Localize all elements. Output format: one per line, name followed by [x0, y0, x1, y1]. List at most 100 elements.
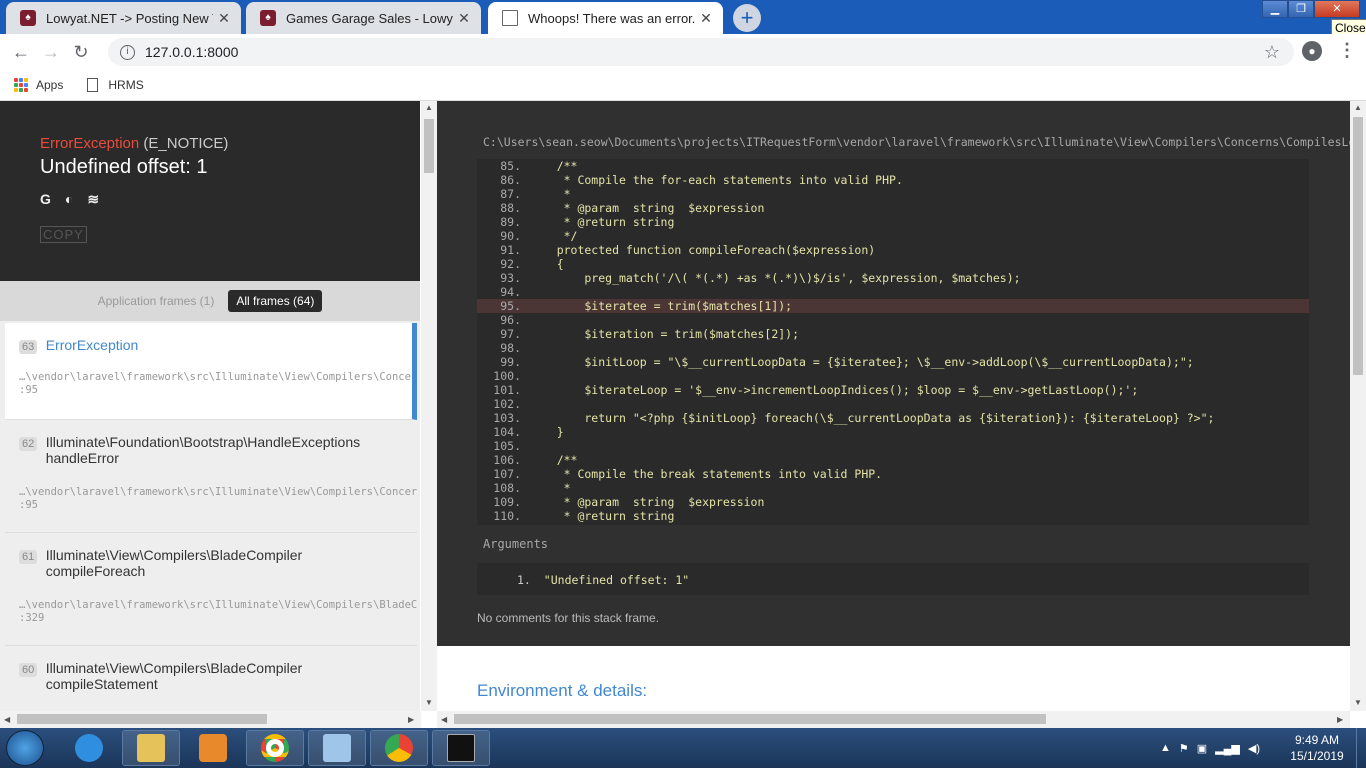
frame-number: 62 — [19, 437, 38, 451]
menu-icon[interactable]: ⋮ — [1338, 40, 1356, 61]
frame-item[interactable]: 60 Illuminate\View\Compilers\BladeCompil… — [5, 646, 417, 711]
code-line: 87. * — [477, 187, 1309, 201]
close-tab-icon[interactable]: ✕ — [695, 10, 717, 27]
show-desktop-button[interactable] — [1356, 728, 1366, 768]
reload-icon[interactable]: ↻ — [66, 42, 96, 63]
scroll-thumb[interactable] — [1353, 117, 1363, 375]
line-code: $iteratee = trim($matches[1]); — [529, 299, 793, 313]
line-number: 108. — [493, 481, 521, 495]
exception-type: ErrorException (E_NOTICE) — [40, 135, 380, 152]
media-player-icon[interactable] — [184, 730, 242, 766]
scroll-up-arrow-icon[interactable]: ▲ — [425, 103, 433, 113]
clock[interactable]: 9:49 AM 15/1/2019 — [1284, 732, 1350, 764]
clock-date: 15/1/2019 — [1290, 749, 1344, 763]
line-number: 109. — [493, 495, 521, 509]
frames-scrollbar[interactable]: ▲ ▼ — [421, 101, 437, 711]
scroll-right-arrow-icon[interactable]: ▶ — [1337, 715, 1343, 725]
chrome-icon[interactable] — [370, 730, 428, 766]
file-explorer-icon[interactable] — [122, 730, 180, 766]
scroll-thumb[interactable] — [454, 714, 1046, 724]
command-prompt-icon[interactable] — [432, 730, 490, 766]
internet-explorer-icon[interactable] — [60, 730, 118, 766]
code-line: 108. * — [477, 481, 1309, 495]
network-icon[interactable]: ▂▄▆ — [1215, 742, 1240, 755]
page-hscrollbar[interactable]: ◀ ▶ — [437, 711, 1350, 728]
close-window-button[interactable]: ✕ — [1314, 0, 1360, 18]
copy-button[interactable]: COPY — [40, 226, 87, 243]
info-icon[interactable]: i — [120, 44, 135, 60]
new-tab-button[interactable]: + — [733, 4, 761, 32]
scroll-left-arrow-icon[interactable]: ◀ — [441, 715, 447, 725]
show-hidden-icons-icon[interactable]: ▲ — [1160, 742, 1171, 754]
application-frames-button[interactable]: Application frames (1) — [98, 294, 215, 308]
frame-item[interactable]: 61 Illuminate\View\Compilers\BladeCompil… — [5, 533, 417, 646]
tab-games-garage[interactable]: ♠ Games Garage Sales - Lowyat.NE ✕ — [246, 2, 481, 34]
line-number: 93. — [500, 271, 521, 285]
tab-whoops[interactable]: Whoops! There was an error. ✕ — [488, 2, 723, 34]
page-scrollbar[interactable]: ▲ ▼ — [1350, 101, 1366, 711]
frame-method: compileForeach — [45, 563, 146, 579]
window-controls: ▁ ❐ ✕ — [1262, 0, 1360, 20]
close-tab-icon[interactable]: ✕ — [213, 10, 235, 27]
argument-number: 1. — [517, 573, 531, 587]
code-line: 109. * @param string $expression — [477, 495, 1309, 509]
scroll-up-arrow-icon[interactable]: ▲ — [1354, 103, 1362, 113]
google-search-icon[interactable]: G — [40, 191, 51, 208]
line-number: 101. — [493, 383, 521, 397]
frame-number: 61 — [19, 550, 38, 564]
code-panel: C:\Users\sean.seow\Documents\projects\IT… — [437, 101, 1350, 646]
scroll-thumb[interactable] — [17, 714, 267, 724]
frame-line: :329 — [19, 612, 45, 624]
bookmark-label: Apps — [36, 78, 64, 92]
stackoverflow-search-icon[interactable]: ≋ — [87, 191, 99, 208]
all-frames-button[interactable]: All frames (64) — [228, 290, 323, 312]
tab-lowyat-posting[interactable]: ♠ Lowyat.NET -> Posting New Topi ✕ — [6, 2, 241, 34]
bookmark-apps[interactable]: Apps — [14, 78, 63, 92]
frame-class-method: Illuminate\View\Compilers\BladeCompiler c… — [46, 660, 303, 692]
code-line: 106. /** — [477, 453, 1309, 467]
line-code: */ — [529, 229, 578, 243]
code-line: 88. * @param string $expression — [477, 201, 1309, 215]
code-line: 90. */ — [477, 229, 1309, 243]
line-number: 88. — [500, 201, 521, 215]
bookmark-hrms[interactable]: HRMS — [87, 78, 144, 92]
scroll-right-arrow-icon[interactable]: ▶ — [408, 715, 414, 725]
action-center-icon[interactable]: ⚑ — [1179, 742, 1189, 755]
address-bar[interactable]: i 127.0.0.1:8000 ☆ — [108, 38, 1294, 66]
code-line: 85. /** — [477, 159, 1309, 173]
start-button[interactable] — [6, 730, 44, 766]
volume-icon[interactable]: ◀) — [1248, 742, 1260, 755]
apps-grid-icon — [14, 78, 28, 92]
frames-hscrollbar[interactable]: ◀ ▶ — [0, 711, 421, 728]
scroll-down-arrow-icon[interactable]: ▼ — [1354, 698, 1362, 708]
scroll-left-arrow-icon[interactable]: ◀ — [4, 715, 10, 725]
restore-button[interactable]: ❐ — [1288, 0, 1314, 18]
code-line: 102. — [477, 397, 1309, 411]
scroll-down-arrow-icon[interactable]: ▼ — [425, 698, 433, 708]
device-icon[interactable]: ▣ — [1197, 742, 1207, 755]
back-arrow-icon[interactable]: ← — [6, 42, 36, 63]
duckduckgo-search-icon[interactable]: ◐ — [65, 191, 73, 208]
frame-class: ErrorException — [45, 337, 139, 353]
frame-line: :95 — [19, 384, 38, 396]
line-number: 97. — [500, 327, 521, 341]
line-number: 85. — [500, 159, 521, 173]
bookmark-star-icon[interactable]: ☆ — [1264, 42, 1280, 63]
frame-item[interactable]: 62 Illuminate\Foundation\Bootstrap\Handl… — [5, 420, 417, 533]
chrome-icon[interactable] — [246, 730, 304, 766]
line-number: 105. — [493, 439, 521, 453]
frame-item[interactable]: 63 ErrorException …\vendor\laravel\frame… — [5, 323, 417, 420]
forward-arrow-icon[interactable]: → — [36, 42, 66, 63]
notepad-icon[interactable] — [308, 730, 366, 766]
account-icon[interactable]: ● — [1302, 41, 1322, 61]
code-line: 93. preg_match('/\( *(.*) +as *(.*)\)$/i… — [477, 271, 1309, 285]
minimize-button[interactable]: ▁ — [1262, 0, 1288, 18]
scroll-thumb[interactable] — [424, 119, 434, 173]
line-number: 90. — [500, 229, 521, 243]
line-code: $iteration = trim($matches[2]); — [529, 327, 800, 341]
exception-header: ErrorException (E_NOTICE) Undefined offs… — [0, 101, 420, 281]
tab-title: Games Garage Sales - Lowyat.NE — [286, 10, 453, 26]
frame-method: handleError — [45, 450, 119, 466]
browser-toolbar: ← → ↻ i 127.0.0.1:8000 ☆ ● ⋮ — [0, 34, 1366, 70]
close-tab-icon[interactable]: ✕ — [453, 10, 475, 27]
